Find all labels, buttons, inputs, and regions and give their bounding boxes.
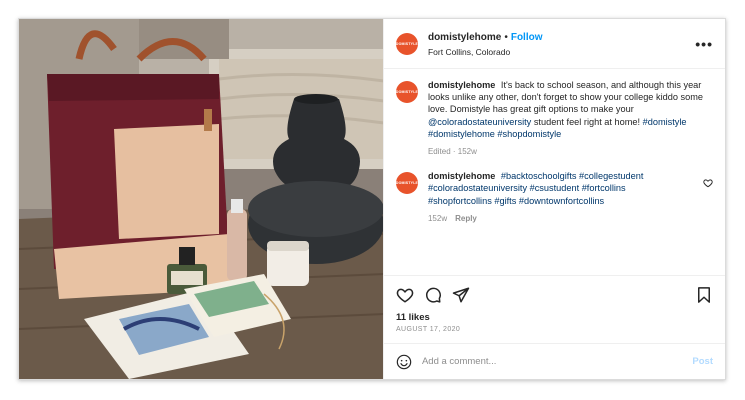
comment-username[interactable]: domistylehome <box>428 171 495 181</box>
caption-username[interactable]: domistylehome <box>428 80 495 90</box>
post-actions: 11 likes AUGUST 17, 2020 <box>383 275 725 343</box>
post-photo[interactable] <box>19 19 383 379</box>
avatar[interactable]: DOMISTYLE <box>396 172 418 195</box>
emoji-icon[interactable] <box>396 354 412 370</box>
comments-list[interactable]: DOMISTYLE domistylehome It's back to sch… <box>384 69 725 275</box>
comment-like-heart-icon[interactable] <box>703 178 713 188</box>
separator-dot: • <box>504 31 508 43</box>
comment-meta: 152w Reply <box>428 213 690 225</box>
caption-meta: Edited · 152w <box>427 147 477 157</box>
bookmark-icon[interactable] <box>695 286 713 304</box>
mention-link[interactable]: @coloradostateuniversity <box>428 117 531 127</box>
avatar[interactable]: DOMISTYLE <box>396 32 418 55</box>
heart-icon[interactable] <box>396 286 414 304</box>
comment-input[interactable] <box>421 356 693 367</box>
follow-button[interactable]: Follow <box>511 32 543 43</box>
more-options-icon[interactable]: ••• <box>695 36 713 52</box>
comment-time: 152w <box>427 213 448 223</box>
likes-count[interactable]: 11 likes <box>396 312 713 323</box>
share-icon[interactable] <box>452 286 470 304</box>
post-dialog: DOMISTYLE domistylehome • Follow Fort Coll… <box>18 18 726 380</box>
header-meta: domistylehome • Follow Fort Collins, Color… <box>428 29 695 59</box>
comment-body: domistylehome #backtoschoolgifts #colleg… <box>428 170 690 225</box>
comment-item: DOMISTYLE domistylehome #backtoschoolgif… <box>396 170 713 225</box>
comment-composer: Post <box>383 343 725 379</box>
post-date: AUGUST 17, 2020 <box>395 326 461 333</box>
caption-body: domistylehome It's back to school season… <box>428 79 706 158</box>
post-image <box>19 19 383 379</box>
location-link[interactable]: Fort Collins, Colorado <box>428 45 695 59</box>
username-link[interactable]: domistylehome <box>428 32 501 43</box>
avatar[interactable]: DOMISTYLE <box>396 81 418 103</box>
post-comment-button[interactable]: Post <box>692 356 713 367</box>
caption: DOMISTYLE domistylehome It's back to sch… <box>396 79 713 158</box>
action-icons <box>396 284 713 306</box>
post-sidebar: DOMISTYLE domistylehome • Follow Fort Coll… <box>382 19 725 379</box>
comment-icon[interactable] <box>424 286 442 304</box>
post-header: DOMISTYLE domistylehome • Follow Fort Coll… <box>383 19 725 69</box>
reply-button[interactable]: Reply <box>455 214 477 223</box>
caption-text-after: student feel right at home! <box>533 116 641 127</box>
